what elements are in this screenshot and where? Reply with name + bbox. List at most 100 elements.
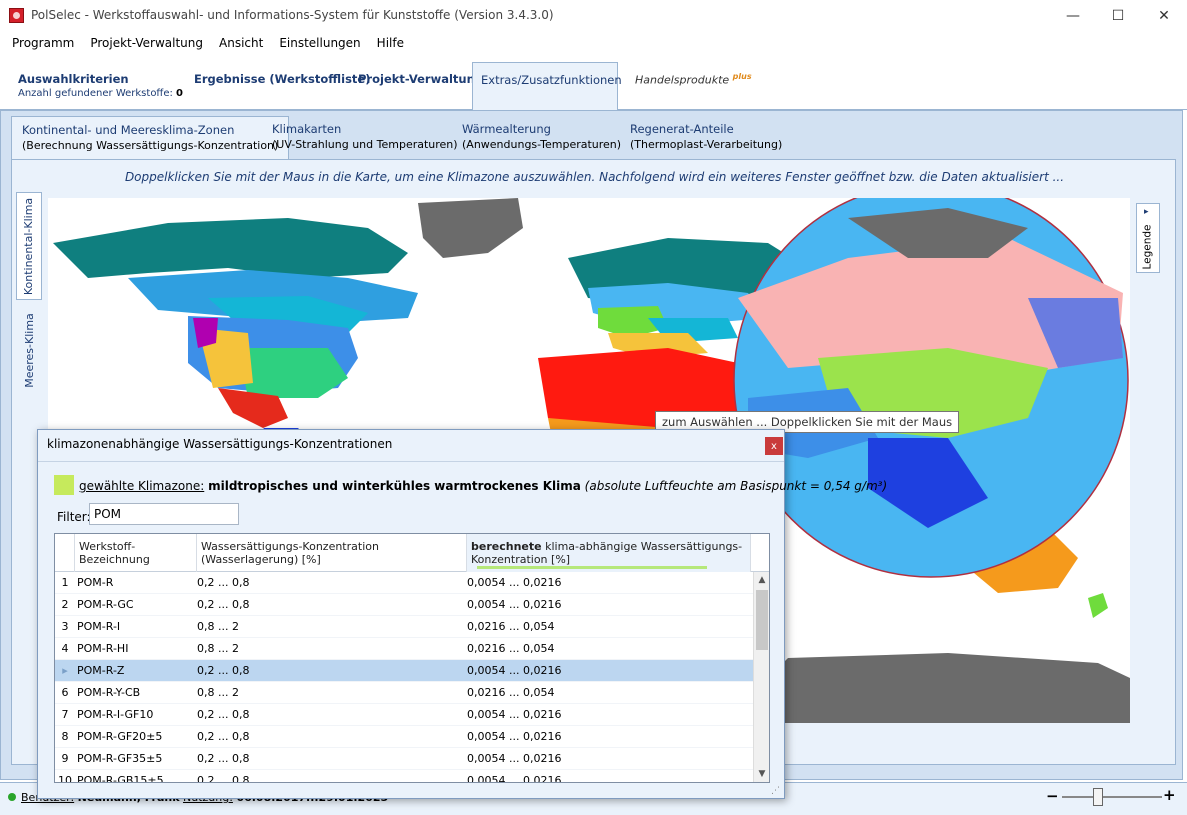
cell-werkstoff: POM-R-Z bbox=[77, 664, 125, 677]
cell-wassersaettigung: 0,2 ... 0,8 bbox=[197, 598, 250, 611]
title-bar: PolSelec - Werkstoffauswahl- und Informa… bbox=[0, 0, 1187, 31]
zone-name: mildtropisches und winterkühles warmtroc… bbox=[208, 479, 581, 493]
vtab-meeres-klima[interactable]: Meeres-Klima bbox=[16, 305, 42, 395]
found-count-value: 0 bbox=[176, 88, 183, 99]
table-row[interactable]: 7 POM-R-I-GF10 0,2 ... 0,8 0,0054 ... 0,021… bbox=[55, 704, 753, 726]
row-index: 1 bbox=[61, 576, 69, 589]
column-header-werkstoff[interactable]: Werkstoff-Bezeichnung bbox=[75, 534, 197, 572]
row-index: 7 bbox=[61, 708, 69, 721]
menu-programm[interactable]: Programm bbox=[4, 33, 82, 55]
row-index: 6 bbox=[61, 686, 69, 699]
table-row[interactable]: 9 POM-R-GF35±5 0,2 ... 0,8 0,0054 ... 0,021… bbox=[55, 748, 753, 770]
subtab-waermealterung[interactable]: Wärmealterung (Anwendungs-Temperaturen) bbox=[452, 116, 631, 160]
maximize-button[interactable]: ☐ bbox=[1095, 0, 1141, 31]
column-header-berechnet-bold: berechnete bbox=[471, 540, 542, 553]
table-row[interactable]: 1 POM-R 0,2 ... 0,8 0,0054 ... 0,0216 bbox=[55, 572, 753, 594]
table-row[interactable]: 3 POM-R-I 0,8 ... 2 0,0216 ... 0,054 bbox=[55, 616, 753, 638]
row-index: ▸ bbox=[62, 664, 68, 677]
cell-werkstoff: POM-R-GB15±5 bbox=[77, 774, 164, 783]
cell-werkstoff: POM-R-I-GF10 bbox=[77, 708, 154, 721]
column-header-wassersaettigung[interactable]: Wassersättigungs-Konzentration (Wasserla… bbox=[197, 534, 467, 572]
zoom-out-button[interactable]: − bbox=[1046, 787, 1059, 805]
table-row[interactable]: ▸ POM-R-Z 0,2 ... 0,8 0,0054 ... 0,0216 bbox=[55, 660, 753, 682]
dialog-title: klimazonenabhängige Wassersättigungs-Kon… bbox=[47, 437, 393, 451]
cell-wassersaettigung: 0,8 ... 2 bbox=[197, 686, 239, 699]
grid-scrollbar[interactable]: ▲ ▼ bbox=[753, 572, 769, 782]
cell-berechnet: 0,0216 ... 0,054 bbox=[467, 686, 555, 699]
cell-wassersaettigung: 0,8 ... 2 bbox=[197, 642, 239, 655]
resize-grip-icon[interactable]: ⋰ bbox=[771, 786, 780, 796]
instruction-hint: Doppelklicken Sie mit der Maus in die Ka… bbox=[124, 170, 1065, 184]
cell-wassersaettigung: 0,8 ... 2 bbox=[197, 620, 239, 633]
row-index: 2 bbox=[61, 598, 69, 611]
dialog-close-button[interactable]: x bbox=[765, 437, 783, 455]
wassersaettigung-dialog: klimazonenabhängige Wassersättigungs-Kon… bbox=[37, 429, 887, 799]
cell-wassersaettigung: 0,2 ... 0,8 bbox=[197, 752, 250, 765]
minimize-button[interactable]: — bbox=[1050, 0, 1096, 31]
dialog-divider bbox=[38, 461, 784, 462]
subtab-klimakarten[interactable]: Klimakarten (UV-Strahlung und Temperatur… bbox=[262, 116, 468, 160]
subtab-klima-zonen[interactable]: Kontinental- und Meeresklima-Zonen (Bere… bbox=[11, 116, 290, 162]
tab-handelsprodukte-label: Handelsprodukte bbox=[635, 73, 730, 87]
vtab-kontinental-klima[interactable]: Kontinental-Klima bbox=[16, 192, 42, 300]
usa-east-zone bbox=[238, 348, 348, 398]
map-magnifier[interactable] bbox=[733, 198, 1129, 578]
scroll-down-icon[interactable]: ▼ bbox=[754, 766, 769, 782]
tab-extras-zusatzfunktionen[interactable]: Extras/Zusatzfunktionen bbox=[472, 62, 622, 111]
cell-wassersaettigung: 0,2 ... 0,8 bbox=[197, 708, 250, 721]
tab-auswahlkriterien[interactable]: Auswahlkriterien Anzahl gefundener Werks… bbox=[10, 60, 191, 110]
zoom-in-button[interactable]: + bbox=[1163, 786, 1176, 804]
cell-wassersaettigung: 0,2 ... 0,8 bbox=[197, 730, 250, 743]
table-row[interactable]: 4 POM-R-HI 0,8 ... 2 0,0216 ... 0,054 bbox=[55, 638, 753, 660]
selected-zone-info: gewählte Klimazone: mildtropisches und w… bbox=[79, 479, 887, 493]
tab-handelsprodukte[interactable]: Handelsprodukte plus bbox=[627, 60, 760, 110]
tab-projekt-verwaltung[interactable]: Projekt-Verwaltung bbox=[350, 60, 491, 110]
cell-wassersaettigung: 0,2 ... 0,8 bbox=[197, 664, 250, 677]
werkstoff-grid[interactable]: Werkstoff-Bezeichnung Wassersättigungs-K… bbox=[54, 533, 770, 783]
subtab-regenerat-title: Regenerat-Anteile bbox=[630, 122, 734, 136]
found-count-label: Anzahl gefundener Werkstoffe: bbox=[18, 88, 173, 99]
subtab-waermealterung-sub: (Anwendungs-Temperaturen) bbox=[462, 138, 622, 151]
subtab-regenerat[interactable]: Regenerat-Anteile (Thermoplast-Verarbeit… bbox=[620, 116, 792, 160]
table-row[interactable]: 2 POM-R-GC 0,2 ... 0,8 0,0054 ... 0,0216 bbox=[55, 594, 753, 616]
grid-header: Werkstoff-Bezeichnung Wassersättigungs-K… bbox=[55, 534, 769, 572]
subtab-waermealterung-title: Wärmealterung bbox=[462, 122, 551, 136]
row-index: 3 bbox=[61, 620, 69, 633]
cell-berechnet: 0,0216 ... 0,054 bbox=[467, 642, 555, 655]
cell-wassersaettigung: 0,2 ... 0,8 bbox=[197, 576, 250, 589]
grid-corner-cell bbox=[55, 534, 75, 572]
close-window-button[interactable]: ✕ bbox=[1141, 0, 1187, 31]
menu-hilfe[interactable]: Hilfe bbox=[369, 33, 412, 55]
cell-werkstoff: POM-R-Y-CB bbox=[77, 686, 141, 699]
filter-label: Filter: bbox=[57, 510, 91, 524]
table-row[interactable]: 6 POM-R-Y-CB 0,8 ... 2 0,0216 ... 0,054 bbox=[55, 682, 753, 704]
column-header-berechnet[interactable]: berechnete klima-abhängige Wassersättigu… bbox=[467, 534, 751, 572]
scroll-up-icon[interactable]: ▲ bbox=[754, 572, 769, 588]
antarctica-region bbox=[748, 653, 1130, 723]
new-zealand-zone bbox=[1088, 593, 1108, 618]
cell-werkstoff: POM-R-GF35±5 bbox=[77, 752, 163, 765]
menu-ansicht[interactable]: Ansicht bbox=[211, 33, 271, 55]
cell-berechnet: 0,0054 ... 0,0216 bbox=[467, 730, 562, 743]
row-index: 9 bbox=[61, 752, 69, 765]
table-row[interactable]: 8 POM-R-GF20±5 0,2 ... 0,8 0,0054 ... 0,021… bbox=[55, 726, 753, 748]
zone-color-swatch bbox=[54, 475, 74, 495]
menu-bar: Programm Projekt-Verwaltung Ansicht Eins… bbox=[0, 33, 1187, 55]
scroll-thumb[interactable] bbox=[756, 590, 768, 650]
legende-tab[interactable]: ▸ Legende bbox=[1136, 203, 1160, 273]
cell-werkstoff: POM-R-HI bbox=[77, 642, 129, 655]
zoom-slider-thumb[interactable] bbox=[1093, 788, 1103, 806]
zoom-slider-track[interactable] bbox=[1062, 796, 1162, 798]
filter-input[interactable] bbox=[89, 503, 239, 525]
column-highlight-bar bbox=[477, 566, 707, 569]
cell-berechnet: 0,0054 ... 0,0216 bbox=[467, 708, 562, 721]
subtab-klima-zonen-title: Kontinental- und Meeresklima-Zonen bbox=[22, 123, 235, 137]
subtab-klimakarten-title: Klimakarten bbox=[272, 122, 342, 136]
app-logo-icon bbox=[9, 8, 24, 23]
table-row[interactable]: 10 POM-R-GB15±5 0,2 ... 0,8 0,0054 ... 0,02… bbox=[55, 770, 753, 783]
tab-auswahlkriterien-label: Auswahlkriterien bbox=[18, 72, 129, 86]
menu-einstellungen[interactable]: Einstellungen bbox=[271, 33, 368, 55]
cell-berechnet: 0,0216 ... 0,054 bbox=[467, 620, 555, 633]
menu-projekt-verwaltung[interactable]: Projekt-Verwaltung bbox=[82, 33, 211, 55]
cell-berechnet: 0,0054 ... 0,0216 bbox=[467, 664, 562, 677]
